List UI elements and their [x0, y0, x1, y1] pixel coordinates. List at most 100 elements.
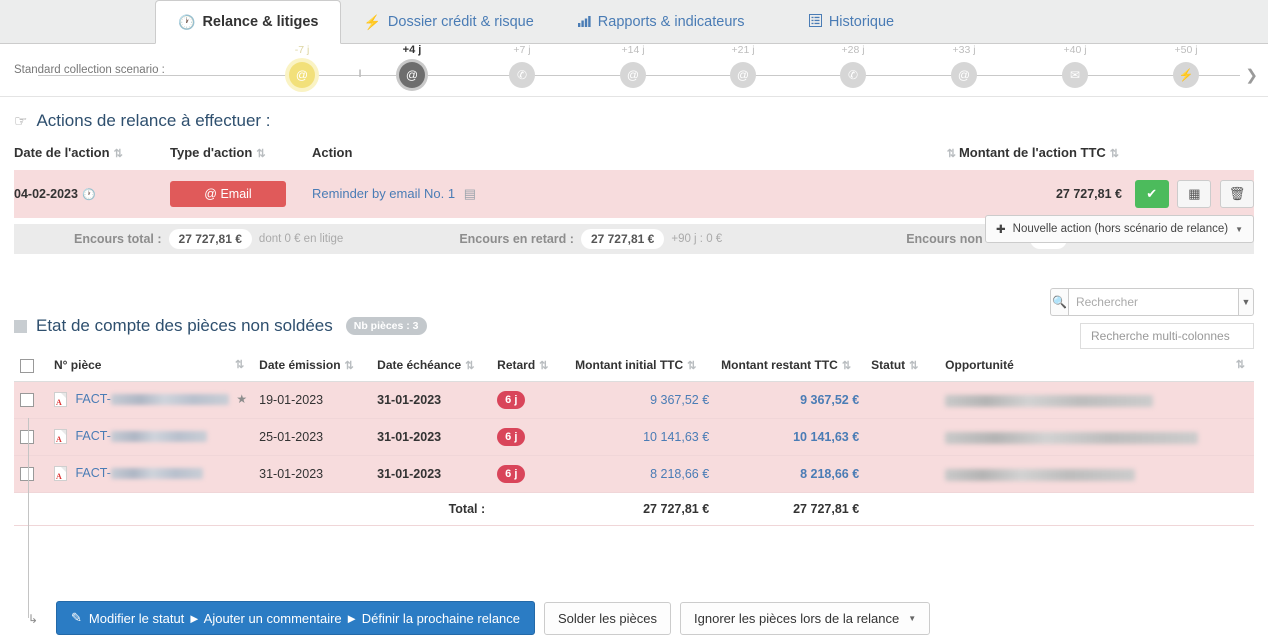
pieces-count-badge: Nb pièces : 3	[345, 317, 427, 335]
timeline-node-plus28[interactable]: ✆	[840, 62, 866, 88]
piece-link[interactable]: FACT-	[75, 429, 110, 443]
sort-icon[interactable]: ⇅	[465, 360, 474, 372]
select-all-checkbox[interactable]	[20, 358, 34, 373]
table-row: FACT- 31-01-2023 31-01-2023 6 j 8 218,66…	[14, 455, 1254, 493]
tab-rapports-indicateurs[interactable]: Rapports & indicateurs	[556, 0, 767, 43]
col-montant-action[interactable]: ⇅ Montant de l'action TTC ⇅	[872, 131, 1122, 170]
sort-icon[interactable]: ⇅	[842, 360, 851, 372]
montant-initial-link[interactable]: 10 141,63 €	[643, 430, 709, 444]
action-link[interactable]: Reminder by email No. 1	[312, 186, 455, 201]
col-n-piece[interactable]: N° pièce ⇅	[48, 350, 254, 382]
col-opportunite[interactable]: Opportunité ⇅	[939, 350, 1254, 382]
sort-icon[interactable]: ⇅	[687, 360, 696, 372]
actions-table-header: Date de l'action ⇅ Type d'action ⇅ Action …	[14, 131, 1254, 170]
search-multicolumn-hint[interactable]: Recherche multi-colonnes	[1080, 323, 1254, 349]
validate-action-button[interactable]: ✔	[1134, 180, 1169, 208]
redacted-piece-number	[110, 394, 229, 406]
timeline-node-plus21[interactable]: @	[730, 62, 756, 88]
sort-icon[interactable]: ⇅	[1236, 358, 1245, 371]
pdf-icon[interactable]	[54, 392, 67, 408]
chevron-down-icon: ▼	[1235, 224, 1243, 234]
montant-restant-cell: 8 218,66 €	[715, 455, 866, 493]
col-retard[interactable]: Retard ⇅	[491, 350, 570, 382]
pieces-table-body: FACT- ★ 19-01-2023 31-01-2023 6 j 9 367,…	[14, 381, 1254, 526]
col-statut[interactable]: Statut ⇅	[865, 350, 940, 382]
row-select-cell	[14, 381, 48, 419]
pdf-icon[interactable]	[54, 466, 67, 482]
pdf-icon[interactable]	[54, 429, 67, 445]
timeline-node-plus50[interactable]: ⚡	[1173, 62, 1199, 88]
montant-restant-link[interactable]: 8 218,66 €	[800, 467, 859, 481]
col-montant-initial[interactable]: Montant initial TTC ⇅	[569, 350, 716, 382]
delete-action-button[interactable]: 🗑	[1220, 180, 1254, 208]
timeline-next-arrow[interactable]: ❯	[1245, 68, 1258, 83]
actions-table: Date de l'action ⇅ Type d'action ⇅ Action …	[14, 131, 1254, 218]
timeline-node-plus7[interactable]: ✆	[509, 62, 535, 88]
sort-icon[interactable]: ⇅	[1110, 148, 1119, 160]
timeline-node-plus14[interactable]: @	[620, 62, 646, 88]
montant-restant-link[interactable]: 10 141,63 €	[793, 430, 859, 444]
timeline-day-label: -7 j	[294, 44, 310, 56]
piece-link[interactable]: FACT-	[75, 466, 110, 480]
montant-initial-link[interactable]: 8 218,66 €	[650, 467, 709, 481]
timeline-node-plus33[interactable]: @	[951, 62, 977, 88]
new-action-button[interactable]: ✚ Nouvelle action (hors scénario de rela…	[985, 215, 1254, 243]
sort-icon[interactable]: ⇅	[539, 360, 548, 372]
bulk-action-connector-line	[28, 418, 29, 618]
piece-number-cell: FACT-	[48, 455, 254, 493]
tab-historique[interactable]: Historique	[766, 0, 936, 43]
timeline-node-minus7[interactable]: @	[289, 62, 315, 88]
row-select-cell	[14, 418, 48, 456]
sort-icon[interactable]: ⇅	[909, 360, 918, 372]
row-checkbox[interactable]	[20, 467, 34, 482]
ignore-pieces-button[interactable]: Ignorer les pièces lors de la relance ▼	[680, 601, 931, 635]
row-checkbox[interactable]	[20, 430, 34, 445]
montant-initial-cell: 9 367,52 €	[569, 381, 716, 419]
page-title: Actions de relance à effectuer :	[36, 111, 271, 130]
actions-section-title: ☞ Actions de relance à effectuer :	[14, 97, 1254, 131]
montant-initial-cell: 10 141,63 €	[569, 418, 716, 456]
montant-restant-link[interactable]: 9 367,52 €	[800, 393, 859, 407]
document-icon[interactable]: ▤	[464, 186, 476, 201]
search-icon[interactable]: 🔍	[1050, 288, 1068, 316]
search-area: 🔍 ▼ Recherche multi-colonnes	[1050, 288, 1254, 349]
col-montant-restant[interactable]: Montant restant TTC ⇅	[715, 350, 866, 382]
bulk-actions-footer: ✎ Modifier le statut ► Ajouter un commen…	[56, 601, 931, 635]
sort-icon[interactable]: ⇅	[256, 148, 265, 160]
row-checkbox[interactable]	[20, 393, 34, 408]
col-action[interactable]: Action	[312, 131, 872, 170]
actions-section: ☞ Actions de relance à effectuer : ✚ Nou…	[0, 97, 1268, 243]
action-buttons-cell: ✔ ▦ 🗑	[1122, 170, 1254, 218]
redacted-opportunite	[945, 468, 1136, 481]
encours-total-label: Encours total :	[74, 232, 162, 246]
timeline-day-label: +14 j	[621, 44, 645, 56]
status-badge-email[interactable]: @ Email	[170, 181, 286, 207]
col-date-emission[interactable]: Date émission ⇅	[253, 350, 372, 382]
search-input[interactable]	[1067, 288, 1238, 316]
col-date-echeance[interactable]: Date échéance ⇅	[371, 350, 492, 382]
sort-icon[interactable]: ⇅	[235, 358, 244, 371]
main-tabbar: 🕐 Relance & litiges ⚡ Dossier crédit & r…	[0, 0, 1268, 44]
piece-link[interactable]: FACT-	[75, 392, 110, 406]
plus-icon: ✚	[996, 224, 1006, 236]
encours-late-label: Encours en retard :	[459, 232, 574, 246]
col-type-action[interactable]: Type d'action ⇅	[170, 131, 312, 170]
tab-dossier-credit-risque[interactable]: ⚡ Dossier crédit & risque	[341, 0, 555, 43]
modify-status-button[interactable]: ✎ Modifier le statut ► Ajouter un commen…	[56, 601, 536, 635]
col-date-action[interactable]: Date de l'action ⇅	[14, 131, 170, 170]
solder-pieces-button[interactable]: Solder les pièces	[544, 601, 672, 635]
sort-icon[interactable]: ⇅	[947, 148, 956, 160]
col-select-all	[14, 350, 48, 382]
sort-icon[interactable]: ⇅	[345, 360, 354, 372]
timeline-node-plus4-current[interactable]: @	[399, 62, 425, 88]
encours-total-group: Encours total : 27 727,81 € dont 0 € en …	[74, 229, 343, 249]
retard-cell: 6 j	[491, 381, 570, 419]
edit-icon: ✎	[71, 610, 82, 625]
tab-relance-litiges[interactable]: 🕐 Relance & litiges	[155, 0, 342, 44]
timeline-node-plus40[interactable]: ✉	[1062, 62, 1088, 88]
montant-initial-link[interactable]: 9 367,52 €	[650, 393, 709, 407]
star-icon[interactable]: ★	[236, 392, 247, 406]
reschedule-action-button[interactable]: ▦	[1177, 180, 1212, 208]
search-options-dropdown[interactable]: ▼	[1237, 288, 1254, 316]
sort-icon[interactable]: ⇅	[114, 148, 123, 160]
